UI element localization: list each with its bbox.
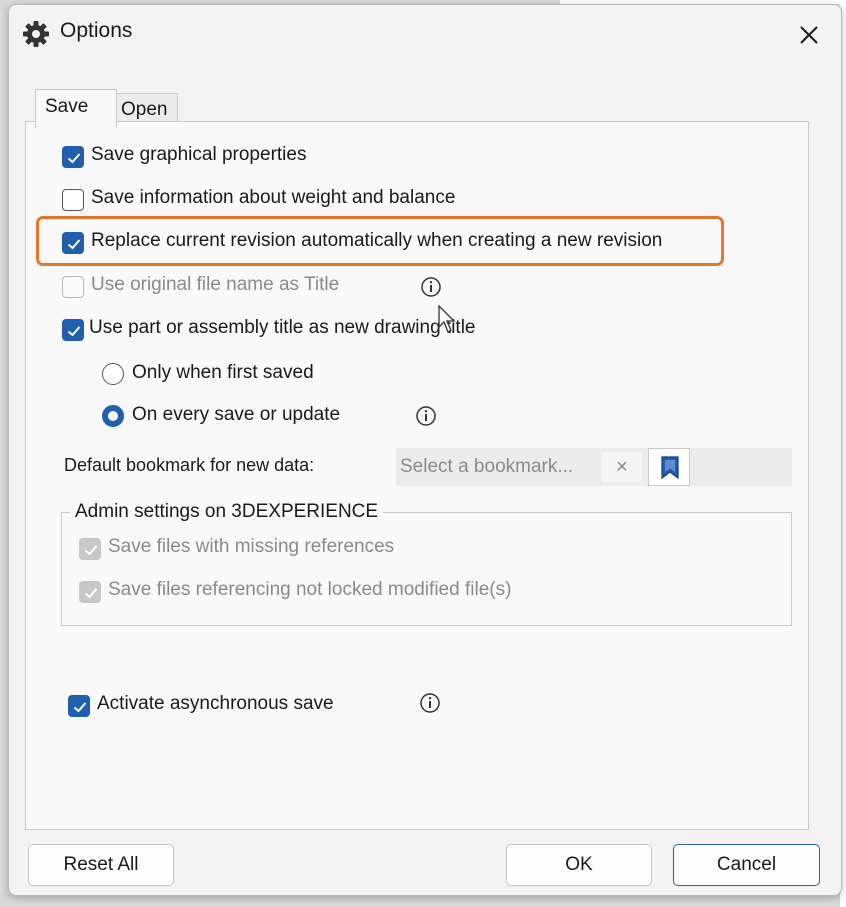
checkbox-label: Save files referencing not locked modifi… [108, 579, 512, 600]
checkbox-label: Save graphical properties [91, 144, 307, 165]
checkbox-checked[interactable] [68, 695, 90, 717]
checkbox-disabled-checked [79, 581, 101, 603]
info-icon[interactable] [415, 405, 437, 427]
save-graphical-properties-checkbox[interactable]: Save graphical properties [62, 144, 342, 174]
clear-bookmark-button[interactable]: × [602, 452, 642, 482]
checkbox-label: Use original file name as Title [91, 274, 340, 295]
default-bookmark-label: Default bookmark for new data: [64, 455, 315, 475]
save-weight-balance-checkbox[interactable]: Save information about weight and balanc… [62, 187, 492, 217]
checkbox-label: Save files with missing references [108, 536, 395, 557]
save-missing-references-checkbox: Save files with missing references [79, 536, 439, 566]
checkbox-disabled-checked [79, 538, 101, 560]
radio-label: On every save or update [132, 404, 341, 425]
save-not-locked-files-checkbox: Save files referencing not locked modifi… [79, 579, 559, 609]
mouse-cursor-icon [438, 305, 456, 333]
cancel-button[interactable]: Cancel [673, 844, 820, 886]
radio-button[interactable] [102, 405, 124, 427]
checkbox-label: Use part or assembly title as new drawin… [89, 317, 476, 338]
checkbox-disabled [62, 276, 84, 298]
tab-open-label: Open [121, 99, 168, 120]
title-bar: Options [9, 5, 841, 61]
radio-button[interactable] [102, 363, 124, 385]
admin-settings-legend: Admin settings on 3DEXPERIENCE [70, 501, 384, 523]
reset-all-button[interactable]: Reset All [28, 844, 174, 886]
bookmark-selector: × [396, 448, 792, 486]
info-icon[interactable] [420, 276, 442, 298]
bookmark-picker-button[interactable] [648, 448, 690, 486]
checkmark-icon [84, 588, 98, 599]
checkbox-label: Activate asynchronous save [97, 693, 334, 714]
bookmark-icon [661, 456, 679, 480]
highlight-annotation-box [36, 216, 724, 266]
use-part-title-checkbox[interactable]: Use part or assembly title as new drawin… [62, 317, 502, 347]
ok-button[interactable]: OK [506, 844, 652, 886]
checkmark-icon [73, 702, 87, 713]
checkbox-checked[interactable] [62, 319, 84, 341]
gear-icon [23, 21, 49, 47]
checkmark-icon [84, 545, 98, 556]
checkmark-icon [67, 326, 81, 337]
dialog-title: Options [60, 19, 133, 42]
tab-save[interactable]: Save [35, 89, 117, 128]
info-icon[interactable] [419, 692, 441, 714]
checkbox-unchecked[interactable] [62, 189, 84, 211]
activate-async-save-checkbox[interactable]: Activate asynchronous save [68, 693, 368, 723]
close-icon[interactable] [791, 17, 827, 53]
radio-label: Only when first saved [132, 362, 314, 383]
checkbox-label: Save information about weight and balanc… [91, 187, 456, 208]
tab-save-label: Save [45, 96, 89, 117]
radio-only-first-saved[interactable]: Only when first saved [102, 362, 342, 392]
use-original-file-name-checkbox: Use original file name as Title [62, 274, 382, 304]
checkmark-icon [67, 153, 81, 164]
radio-every-save-update[interactable]: On every save or update [102, 404, 372, 434]
checkbox-checked[interactable] [62, 146, 84, 168]
